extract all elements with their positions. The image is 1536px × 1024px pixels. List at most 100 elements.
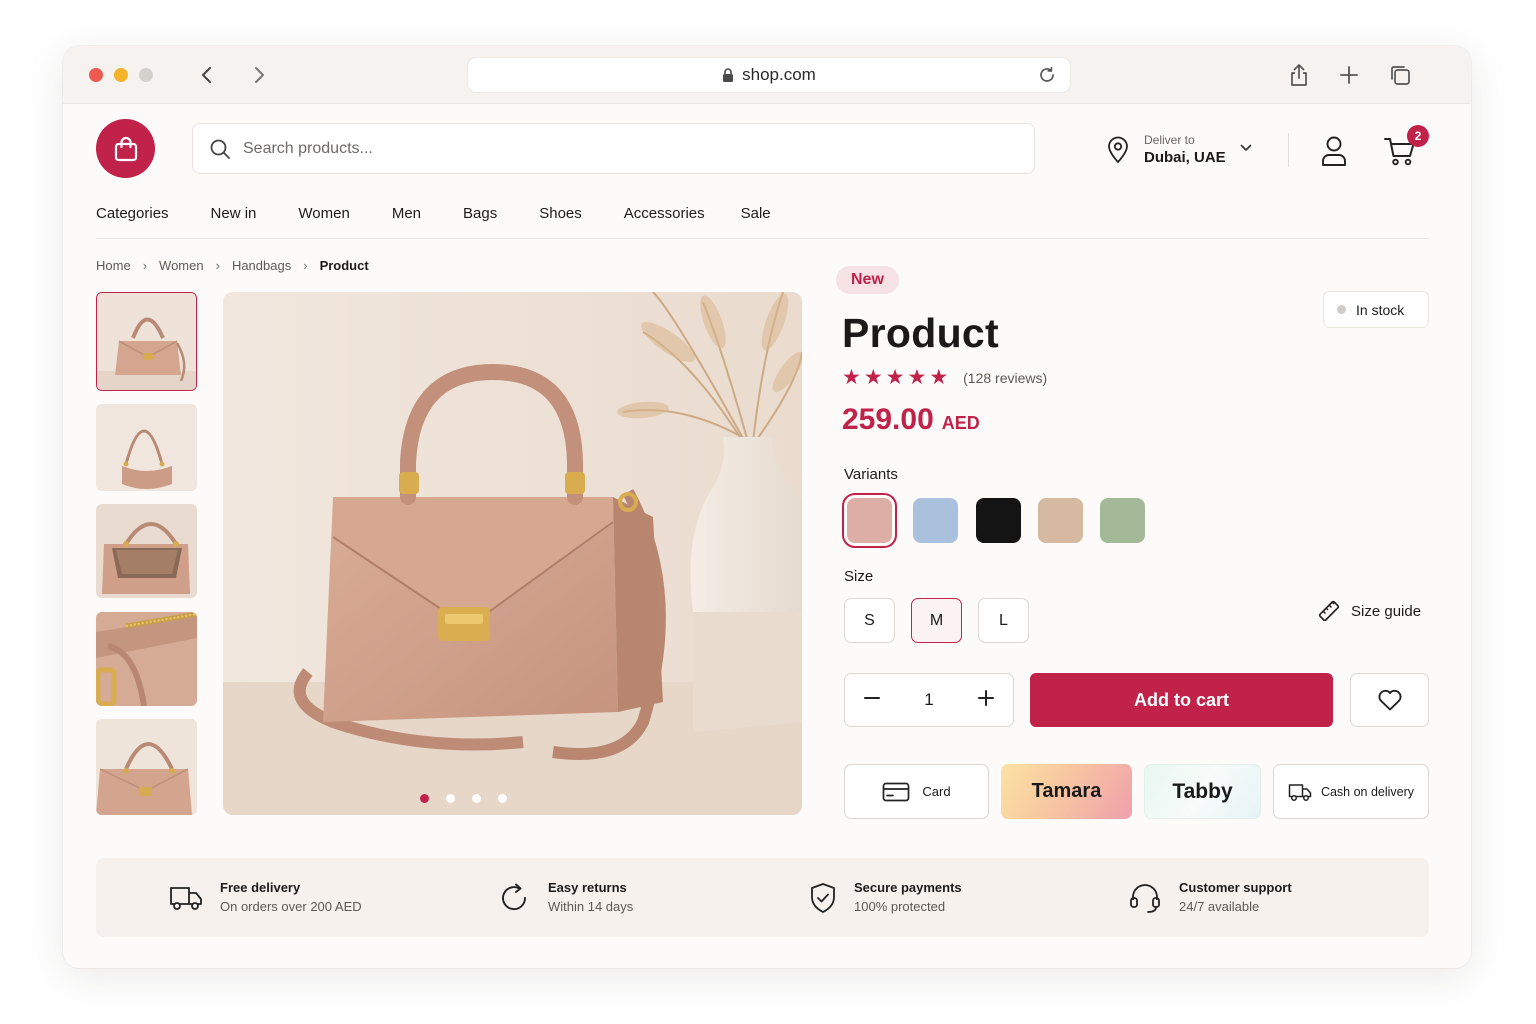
breadcrumb-handbags[interactable]: Handbags: [232, 258, 291, 273]
header-divider: [1288, 133, 1289, 167]
payment-tamara-option[interactable]: Tamara: [1001, 764, 1132, 819]
payment-card-option[interactable]: Card: [844, 764, 989, 819]
thumbnail-3[interactable]: [96, 504, 197, 598]
main-product-image: [223, 292, 802, 815]
browser-window: shop.com Deliver to Dubai, UAE: [63, 46, 1471, 968]
review-count[interactable]: (128 reviews): [963, 370, 1047, 386]
quantity-stepper: 1: [844, 673, 1014, 727]
feature-subtitle: 24/7 available: [1179, 898, 1260, 914]
variant-swatch-beige[interactable]: [1038, 498, 1083, 543]
search-bar[interactable]: [192, 123, 1035, 174]
size-guide-link[interactable]: Size guide: [1316, 598, 1421, 624]
size-option-s[interactable]: S: [844, 598, 895, 643]
wishlist-button[interactable]: [1350, 673, 1429, 727]
carousel-dot-3[interactable]: [472, 794, 481, 803]
image-carousel-dots: [420, 794, 507, 803]
deliver-to-selector[interactable]: Deliver to Dubai, UAE: [1106, 130, 1252, 170]
product-price: 259.00 AED: [842, 403, 980, 437]
payment-cod-option[interactable]: Cash on delivery: [1273, 764, 1429, 819]
carousel-dot-2[interactable]: [446, 794, 455, 803]
add-to-cart-button[interactable]: Add to cart: [1030, 673, 1333, 727]
thumbnail-5[interactable]: [96, 719, 197, 815]
breadcrumb-home[interactable]: Home: [96, 258, 131, 273]
variant-swatch-black[interactable]: [976, 498, 1021, 543]
forward-button[interactable]: [246, 62, 272, 88]
payment-cod-label: Cash on delivery: [1320, 784, 1415, 799]
lock-icon: [723, 67, 734, 82]
carousel-dot-4[interactable]: [498, 794, 507, 803]
nav-item-accessories[interactable]: Accessories: [624, 205, 705, 222]
deliver-location: Dubai, UAE: [1144, 148, 1226, 166]
new-tab-button[interactable]: [1336, 62, 1362, 88]
size-option-l[interactable]: L: [978, 598, 1029, 643]
delivery-truck-icon: [1288, 783, 1312, 801]
feature-subtitle: On orders over 200 AED: [220, 898, 362, 914]
thumbnail-4[interactable]: [96, 612, 197, 706]
size-option-m[interactable]: M: [911, 598, 962, 643]
deliver-text: Deliver to Dubai, UAE: [1144, 133, 1226, 168]
back-button[interactable]: [194, 62, 220, 88]
new-badge: New: [836, 266, 899, 294]
zoom-window-button[interactable]: [139, 68, 153, 82]
price-currency: AED: [941, 413, 980, 433]
feature-subtitle: Within 14 days: [548, 898, 634, 914]
account-button[interactable]: [1318, 134, 1350, 168]
shield-check-icon: [811, 882, 835, 913]
increase-quantity-button[interactable]: [977, 689, 995, 712]
nav-item-shoes[interactable]: Shoes: [539, 205, 582, 222]
location-pin-icon: [1108, 136, 1128, 164]
tabs-icon: [1391, 66, 1410, 85]
close-window-button[interactable]: [89, 68, 103, 82]
plus-icon: [1340, 66, 1358, 84]
minimize-window-button[interactable]: [114, 68, 128, 82]
variant-swatch-green[interactable]: [1100, 498, 1145, 543]
reload-button[interactable]: [1038, 66, 1056, 89]
decrease-quantity-button[interactable]: [863, 689, 881, 712]
address-bar[interactable]: shop.com: [467, 57, 1071, 93]
variant-swatch-blue[interactable]: [913, 498, 958, 543]
feature-easy-returns: Easy returns Within 14 days: [499, 858, 633, 937]
nav-item-bags[interactable]: Bags: [463, 205, 497, 222]
reload-icon: [1040, 66, 1054, 82]
quantity-value[interactable]: 1: [924, 690, 933, 710]
product-rating[interactable]: ★ ★ ★ ★ ★ (128 reviews): [842, 367, 1047, 389]
nav-item-new-in[interactable]: New in: [211, 205, 257, 222]
thumbnail-2[interactable]: [96, 404, 197, 491]
nav-item-sale[interactable]: Sale: [741, 205, 771, 222]
chevron-right-icon: ›: [142, 258, 148, 273]
chevron-right-icon: ›: [215, 258, 220, 273]
tabs-overview-button[interactable]: [1387, 62, 1413, 88]
stock-status: In stock: [1323, 291, 1429, 328]
price-amount: 259.00: [842, 403, 934, 436]
feature-secure-payments: Secure payments 100% protected: [809, 858, 962, 937]
star-icon: ★: [907, 366, 927, 389]
payment-tabby-option[interactable]: Tabby: [1144, 764, 1261, 819]
chevron-right-icon: [255, 67, 264, 83]
breadcrumb-women[interactable]: Women: [159, 258, 204, 273]
product-title: Product: [842, 310, 999, 356]
minus-icon: [864, 696, 880, 699]
chevron-down-icon: [1240, 144, 1251, 151]
payment-card-label: Card: [922, 784, 951, 799]
nav-divider: [96, 238, 1429, 239]
feature-title: Free delivery: [220, 879, 301, 895]
variant-swatch-pink[interactable]: [842, 493, 897, 548]
star-icon: ★: [929, 366, 949, 389]
breadcrumb-current: Product: [319, 258, 369, 273]
size-label: Size: [844, 568, 874, 585]
headset-icon: [1130, 883, 1160, 913]
star-icon: ★: [863, 366, 883, 389]
tamara-logo-text: Tamara: [1031, 780, 1102, 802]
share-button[interactable]: [1286, 62, 1312, 88]
nav-item-women[interactable]: Women: [298, 205, 349, 222]
cart-count-badge: 2: [1407, 125, 1429, 147]
carousel-dot-1[interactable]: [420, 794, 429, 803]
url-text: shop.com: [742, 65, 816, 84]
nav-item-categories[interactable]: Categories: [96, 205, 169, 222]
store-logo[interactable]: [96, 119, 155, 178]
thumbnail-1[interactable]: [96, 292, 197, 391]
user-icon: [1322, 136, 1346, 166]
nav-item-men[interactable]: Men: [392, 205, 421, 222]
feature-free-delivery: Free delivery On orders over 200 AED: [169, 858, 362, 937]
search-input[interactable]: [243, 139, 1003, 158]
